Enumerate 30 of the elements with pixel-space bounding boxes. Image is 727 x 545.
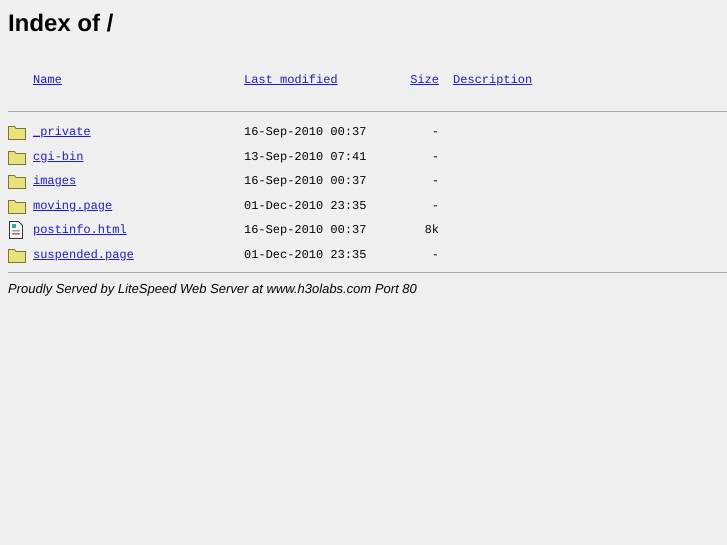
folder-icon — [8, 148, 26, 165]
modified-date: 13-Sep-2010 07:41 — [244, 150, 368, 164]
file-link[interactable]: postinfo.html — [33, 223, 127, 238]
file-size: - — [432, 174, 439, 188]
column-header-link[interactable]: Last modified — [244, 73, 338, 87]
modified-date: 16-Sep-2010 00:37 — [244, 125, 368, 140]
file-link[interactable]: images — [33, 174, 76, 188]
file-size: 8k — [424, 223, 439, 238]
column-header-link[interactable]: Size — [410, 73, 439, 87]
file-size: - — [432, 125, 439, 140]
file-link[interactable]: cgi-bin — [33, 150, 84, 164]
folder-icon — [8, 246, 26, 263]
file-size: - — [432, 150, 439, 164]
folder-icon — [8, 124, 26, 140]
modified-date: 01-Dec-2010 23:35 — [244, 198, 368, 213]
folder-icon — [8, 198, 26, 214]
page-title: Index of / — [8, 9, 114, 38]
file-link[interactable]: moving.page — [33, 198, 112, 213]
file-size: - — [432, 248, 439, 262]
modified-date: 01-Dec-2010 23:35 — [244, 248, 368, 262]
document-icon — [8, 221, 24, 240]
file-size: - — [432, 198, 439, 213]
column-header-link[interactable]: Description — [453, 73, 532, 87]
server-footer: Proudly Served by LiteSpeed Web Server at www.h3olabs.com Port 80 — [8, 281, 727, 296]
file-link[interactable]: _private — [33, 125, 91, 140]
folder-icon — [8, 173, 26, 190]
modified-date: 16-Sep-2010 00:37 — [244, 223, 368, 238]
modified-date: 16-Sep-2010 00:37 — [244, 174, 368, 188]
column-header-link[interactable]: Name — [33, 73, 62, 87]
file-link[interactable]: suspended.page — [33, 248, 134, 262]
